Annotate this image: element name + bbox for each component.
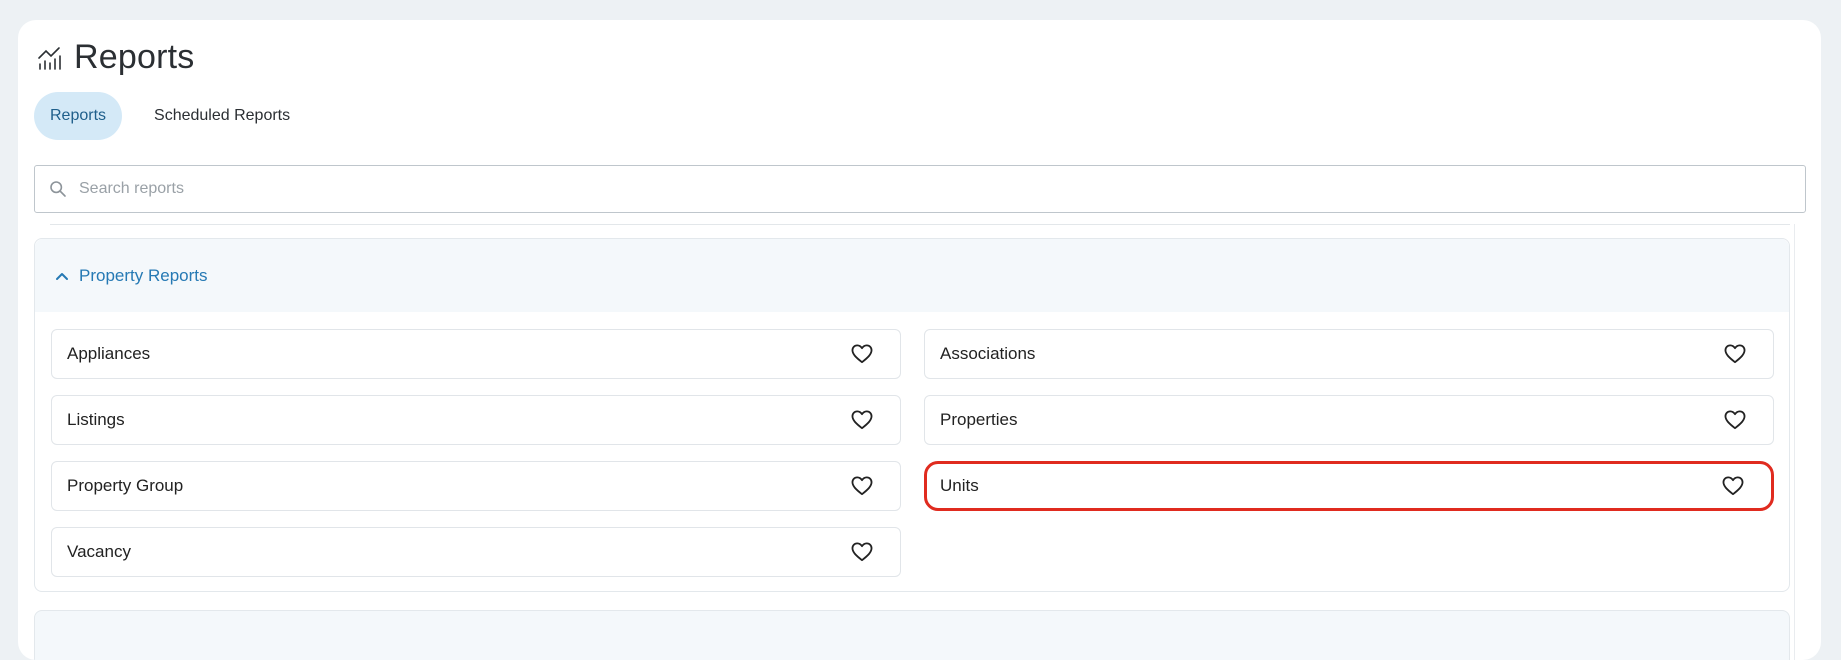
- tab-bar: Reports Scheduled Reports: [34, 92, 306, 140]
- report-item-label: Appliances: [67, 344, 151, 363]
- section-toggle[interactable]: Property Reports: [35, 239, 1789, 312]
- report-list[interactable]: Property Reports Appliances Associations: [34, 224, 1806, 660]
- report-item-label: Associations: [940, 344, 1036, 363]
- heart-icon[interactable]: [1721, 474, 1745, 498]
- chart-icon: [36, 44, 64, 72]
- heart-icon[interactable]: [1723, 408, 1747, 432]
- report-item-listings[interactable]: Listings: [51, 395, 901, 445]
- section-title: Property Reports: [79, 265, 208, 285]
- tab-scheduled-reports[interactable]: Scheduled Reports: [138, 92, 306, 140]
- heart-icon[interactable]: [850, 342, 874, 366]
- divider: [50, 224, 1790, 225]
- reports-card: Reports Reports Scheduled Reports Proper…: [18, 20, 1821, 660]
- heart-icon[interactable]: [1723, 342, 1747, 366]
- chevron-up-icon: [56, 272, 68, 280]
- next-section[interactable]: [34, 610, 1790, 660]
- heart-icon[interactable]: [850, 474, 874, 498]
- search-box[interactable]: [34, 165, 1806, 213]
- report-item-vacancy[interactable]: Vacancy: [51, 527, 901, 577]
- report-item-label: Listings: [67, 410, 125, 429]
- page-title: Reports: [74, 38, 195, 76]
- report-item-units[interactable]: Units: [924, 461, 1774, 511]
- search-icon: [50, 181, 66, 197]
- report-item-properties[interactable]: Properties: [924, 395, 1774, 445]
- report-item-label: Property Group: [67, 476, 184, 495]
- page-header: Reports: [36, 38, 194, 77]
- report-item-label: Properties: [940, 410, 1018, 429]
- heart-icon[interactable]: [850, 540, 874, 564]
- search-input[interactable]: [79, 166, 1805, 212]
- heart-icon[interactable]: [850, 408, 874, 432]
- report-item-associations[interactable]: Associations: [924, 329, 1774, 379]
- report-item-label: Vacancy: [67, 542, 131, 561]
- tab-reports[interactable]: Reports: [34, 92, 123, 140]
- report-item-property-group[interactable]: Property Group: [51, 461, 901, 511]
- property-reports-section: Property Reports Appliances Associations: [34, 238, 1790, 592]
- report-item-appliances[interactable]: Appliances: [51, 329, 901, 379]
- report-item-label: Units: [940, 476, 979, 495]
- scrollbar-track[interactable]: [1794, 224, 1806, 660]
